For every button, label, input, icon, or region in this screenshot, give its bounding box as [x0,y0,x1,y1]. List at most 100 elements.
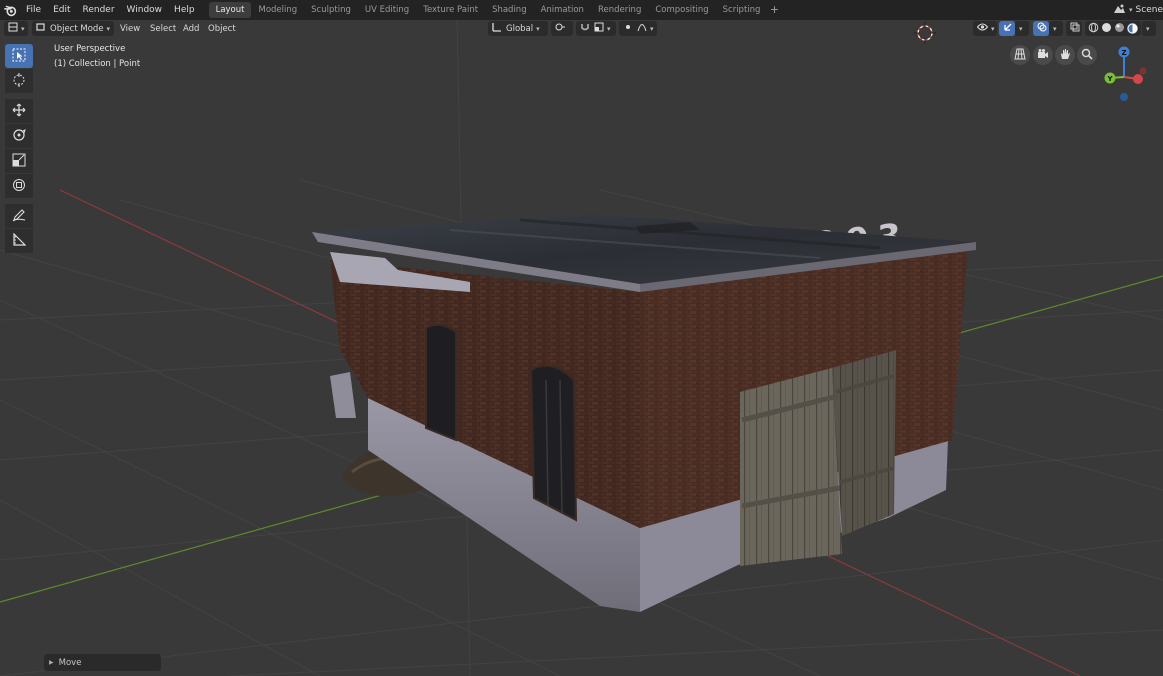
gizmo-negative-x[interactable] [1139,67,1147,75]
rotate-tool[interactable] [5,124,33,148]
transform-orientation-selector[interactable]: Global ▾ [488,21,548,36]
overlays-toggle[interactable] [1033,21,1049,36]
shading-dropdown[interactable]: ▾ [1142,21,1156,36]
menu-edit[interactable]: Edit [47,0,76,20]
overlays-icon [1037,22,1047,35]
orientation-icon [492,22,502,35]
move-arrows-icon [12,103,26,120]
menu-render[interactable]: Render [77,0,121,20]
wireframe-shading-icon[interactable] [1088,22,1099,36]
scene-name: Scene [1135,5,1163,15]
chevron-right-icon: ▶ [49,659,54,666]
mode-selector[interactable]: Object Mode ▾ [32,21,114,36]
tab-uv-editing[interactable]: UV Editing [358,2,416,18]
tab-layout[interactable]: Layout [208,2,252,18]
chevron-down-icon: ▾ [1019,24,1023,33]
3d-cursor-icon[interactable] [914,22,936,47]
gizmo-toggle[interactable] [999,21,1015,36]
grid-icon [1014,48,1026,63]
stone-block [330,372,356,418]
building-window-1 [425,323,457,442]
svg-text:Y: Y [1106,75,1113,83]
pivot-icon [555,22,566,35]
tab-scripting[interactable]: Scripting [716,2,768,18]
menu-add[interactable]: Add [179,21,203,36]
select-box-tool[interactable] [5,44,33,68]
solid-shading-icon[interactable] [1101,22,1112,36]
menu-file[interactable]: File [20,0,47,20]
proportional-editing-button[interactable]: ▾ [619,21,657,36]
toggle-grid-button[interactable] [1010,45,1030,65]
hand-icon [1059,48,1071,63]
menu-window[interactable]: Window [121,0,169,20]
viewport-scene[interactable]: 1993 [0,20,1163,676]
rotate-icon [12,128,26,145]
3d-viewport[interactable]: 1993 ▾ Object Mode ▾ View Select Add Obj… [0,20,1163,676]
measure-tool[interactable] [5,229,33,253]
snapping-button[interactable]: ▾ [576,21,616,36]
menu-object[interactable]: Object [204,21,240,36]
scale-tool[interactable] [5,149,33,173]
annotate-tool[interactable] [5,204,33,228]
chevron-down-icon: ▾ [1146,24,1150,33]
menu-select[interactable]: Select [146,21,180,36]
rendered-shading-icon[interactable] [1127,23,1138,34]
gizmo-dropdown[interactable]: ▾ [1015,21,1029,36]
gizmo-x-axis[interactable] [1133,74,1143,84]
move-tool[interactable] [5,99,33,123]
chevron-down-icon: ▾ [1053,24,1057,33]
tab-texture-paint[interactable]: Texture Paint [416,2,485,18]
cursor-target-icon [12,72,26,90]
chevron-down-icon: ▾ [607,24,611,33]
editor-type-icon [8,22,18,35]
ruler-icon [12,232,27,250]
tab-rendering[interactable]: Rendering [591,2,648,18]
blender-logo-icon[interactable] [0,0,20,20]
chevron-down-icon: ▾ [106,24,111,33]
xray-toggle[interactable] [1066,21,1082,36]
orientation-label: Global [506,23,534,34]
transform-tool[interactable] [5,174,33,198]
material-shading-icon[interactable] [1114,22,1125,36]
mode-label: Object Mode [50,23,104,34]
last-operator-label: Move [58,657,82,668]
pencil-icon [12,208,26,225]
tab-compositing[interactable]: Compositing [648,2,715,18]
tab-shading[interactable]: Shading [485,2,534,18]
pivot-point-button[interactable] [551,21,573,36]
scale-icon [12,153,26,170]
visibility-button[interactable]: ▾ [973,21,997,36]
menu-view[interactable]: View [116,21,144,36]
tab-sculpting[interactable]: Sculpting [304,2,358,18]
tab-animation[interactable]: Animation [534,2,591,18]
zoom-view-button[interactable] [1077,45,1097,65]
camera-view-button[interactable] [1033,45,1053,65]
tool-shelf [5,44,33,254]
cursor-tool[interactable] [5,69,33,93]
xray-icon [1070,22,1080,35]
overlays-dropdown[interactable]: ▾ [1049,21,1063,36]
menu-help[interactable]: Help [168,0,201,20]
chevron-down-icon: ▾ [991,24,995,33]
gizmo-icon [1003,22,1013,35]
falloff-icon [637,22,647,35]
eye-icon [976,23,989,34]
navigation-gizmo[interactable]: Z Y [1096,44,1154,109]
scene-selector[interactable]: ▾ Scene [1112,0,1163,20]
transform-icon [12,178,26,195]
magnet-icon [580,22,590,35]
top-bar: File Edit Render Window Help Layout Mode… [0,0,1163,20]
gizmo-negative-z[interactable] [1120,93,1128,101]
last-operator-panel[interactable]: ▶ Move [44,654,161,671]
shading-modes [1085,21,1141,36]
chevron-down-icon: ▾ [1129,6,1133,14]
chevron-down-icon: ▾ [536,24,540,33]
pan-view-button[interactable] [1055,45,1075,65]
add-workspace-button[interactable]: + [767,2,781,18]
proportional-icon [623,22,633,35]
camera-icon [1037,48,1049,63]
tab-modeling[interactable]: Modeling [251,2,304,18]
view-name-label: User Perspective [54,44,126,54]
snap-target-icon [594,22,604,35]
editor-type-button[interactable]: ▾ [4,21,28,36]
